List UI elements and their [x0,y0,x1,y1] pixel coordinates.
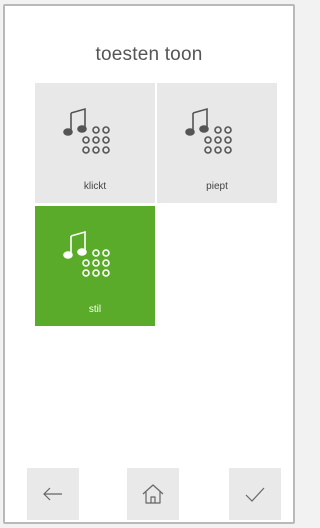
checkmark-icon [245,487,265,502]
arrow-left-icon [43,487,62,501]
keypad-sound-icon [185,107,232,154]
option-klickt-tile[interactable]: klickt [35,83,155,203]
home-button[interactable] [127,468,179,520]
option-stil-tile[interactable]: stil [35,206,155,326]
back-button[interactable] [27,468,79,520]
keypad-sound-icon [63,107,110,154]
home-icon [142,484,164,504]
option-label: klickt [83,181,107,192]
page-title: toesten toon [95,44,203,65]
settings-panel: toesten toon klickt piept stil [3,4,295,524]
keypad-sound-icon [63,230,110,277]
option-label: piept [206,181,228,192]
option-piept-tile[interactable]: piept [157,83,277,203]
option-label: stil [88,304,102,315]
confirm-button[interactable] [229,468,281,520]
